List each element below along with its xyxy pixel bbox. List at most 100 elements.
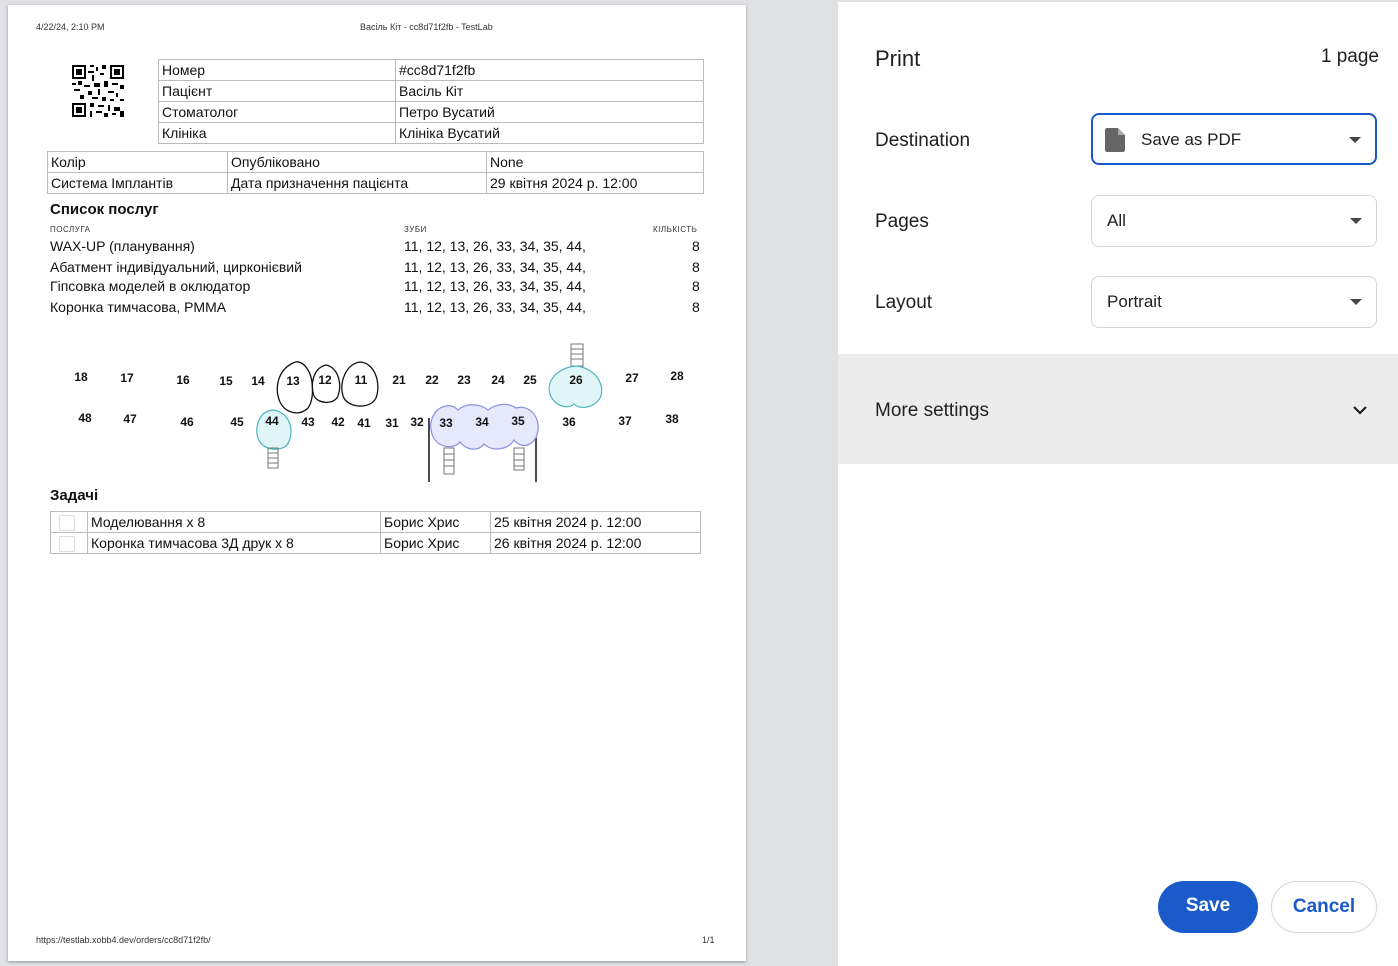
task-checkbox[interactable] xyxy=(59,536,75,553)
tooth-number: 37 xyxy=(618,414,632,428)
services-col-service: ПОСЛУГА xyxy=(50,225,91,234)
tooth-number: 42 xyxy=(331,415,345,429)
tooth-number: 26 xyxy=(569,373,583,387)
print-preview-page: 4/22/24, 2:10 PM Васіль Кіт - cc8d71f2fb… xyxy=(8,5,746,961)
table-row: Коронка тимчасова 3Д друк x 8 Борис Хрис… xyxy=(50,532,701,554)
layout-select[interactable]: Portrait xyxy=(1091,276,1377,328)
service-teeth: 11, 12, 13, 26, 33, 34, 35, 44, xyxy=(404,299,586,315)
tooth-number: 21 xyxy=(392,373,406,387)
task-person: Борис Хрис xyxy=(380,511,491,533)
info-label: Пацієнт xyxy=(158,80,396,102)
header-title: Васіль Кіт - cc8d71f2fb - TestLab xyxy=(360,22,493,32)
destination-value: Save as PDF xyxy=(1141,130,1242,149)
file-icon xyxy=(1105,128,1125,152)
header-date: 4/22/24, 2:10 PM xyxy=(36,22,105,32)
meta-cell: Система Імплантів xyxy=(47,172,228,194)
task-date: 26 квітня 2024 р. 12:00 xyxy=(490,532,701,554)
meta-cell: None xyxy=(486,151,704,173)
dental-chart xyxy=(256,343,603,482)
tooth-number: 23 xyxy=(457,373,471,387)
tooth-number: 38 xyxy=(665,412,679,426)
services-col-qty: КІЛЬКІСТЬ xyxy=(653,225,698,234)
tooth-number: 48 xyxy=(78,411,92,425)
tooth-number: 15 xyxy=(219,374,233,388)
tooth-number: 31 xyxy=(385,416,399,430)
print-title: Print xyxy=(875,46,921,71)
table-row: Моделювання x 8 Борис Хрис 25 квітня 202… xyxy=(50,511,701,533)
tooth-number: 14 xyxy=(251,374,265,388)
service-name: Коронка тимчасова, PMMA xyxy=(50,299,227,315)
tasks-title: Задачі xyxy=(50,487,99,504)
order-meta-table: Колір Опубліковано None Система Імплантів Д… xyxy=(47,151,704,194)
table-row: Колір Опубліковано None xyxy=(47,151,704,173)
meta-cell: Колір xyxy=(47,151,228,173)
table-row: Номер #cc8d71f2fb xyxy=(158,59,704,81)
table-row: Пацієнт Васіль Кіт xyxy=(158,80,704,102)
tooth-number: 41 xyxy=(357,416,371,430)
tooth-number: 27 xyxy=(625,371,639,385)
task-person: Борис Хрис xyxy=(380,532,491,554)
print-preview-area: 4/22/24, 2:10 PM Васіль Кіт - cc8d71f2fb… xyxy=(0,0,838,966)
cancel-button[interactable]: Cancel xyxy=(1271,881,1377,933)
tooth-number: 47 xyxy=(123,412,137,426)
save-button[interactable]: Save xyxy=(1158,881,1258,933)
service-qty: 8 xyxy=(692,299,700,315)
page-count: 1 page xyxy=(1320,46,1379,67)
tooth-number: 11 xyxy=(354,373,368,387)
service-name: Гіпсовка моделей в оклюдатор xyxy=(50,278,251,294)
tooth-number: 17 xyxy=(120,371,134,385)
tooth-number: 18 xyxy=(74,370,88,384)
tooth-number: 35 xyxy=(511,414,525,428)
more-settings-label: More settings xyxy=(875,400,990,421)
info-value: Клініка Вусатий xyxy=(395,122,704,144)
qr-code xyxy=(72,65,124,117)
tooth-number: 13 xyxy=(286,374,300,388)
info-label: Номер xyxy=(158,59,396,81)
task-checkbox-cell xyxy=(50,532,88,554)
service-teeth: 11, 12, 13, 26, 33, 34, 35, 44, xyxy=(404,259,586,275)
tooth-number: 16 xyxy=(176,373,190,387)
chevron-down-icon xyxy=(1353,406,1367,415)
tooth-number: 46 xyxy=(180,415,194,429)
layout-label: Layout xyxy=(875,292,933,313)
pages-label: Pages xyxy=(875,211,929,232)
task-checkbox-cell xyxy=(50,511,88,533)
pages-value: All xyxy=(1107,211,1126,230)
table-row: Стоматолог Петро Вусатий xyxy=(158,101,704,123)
tooth-number: 22 xyxy=(425,373,439,387)
chevron-down-icon xyxy=(1350,218,1362,224)
task-date: 25 квітня 2024 р. 12:00 xyxy=(490,511,701,533)
tooth-number: 45 xyxy=(230,415,244,429)
info-value: Васіль Кіт xyxy=(395,80,704,102)
service-teeth: 11, 12, 13, 26, 33, 34, 35, 44, xyxy=(404,278,586,294)
meta-cell: Опубліковано xyxy=(227,151,487,173)
print-settings-panel: Print 1 page Destination Save as PDF Pag… xyxy=(838,0,1398,966)
meta-cell: 29 квітня 2024 р. 12:00 xyxy=(486,172,704,194)
chevron-down-icon xyxy=(1350,299,1362,305)
services-title: Список послуг xyxy=(50,201,159,218)
service-name: Абатмент індивідуальний, цирконієвий xyxy=(50,259,302,275)
tasks-table: Моделювання x 8 Борис Хрис 25 квітня 202… xyxy=(50,511,701,554)
layout-value: Portrait xyxy=(1107,292,1162,311)
tooth-number: 25 xyxy=(523,373,537,387)
footer-page: 1/1 xyxy=(702,935,715,945)
footer-url: https://testlab.xobb4.dev/orders/cc8d71f… xyxy=(36,935,211,945)
service-name: WAX-UP (планування) xyxy=(50,238,195,254)
table-row: Система Імплантів Дата призначення пацієн… xyxy=(47,172,704,194)
tooth-number: 44 xyxy=(265,414,279,428)
tooth-number: 28 xyxy=(670,369,684,383)
task-checkbox[interactable] xyxy=(59,515,75,532)
tooth-number: 36 xyxy=(562,415,576,429)
service-teeth: 11, 12, 13, 26, 33, 34, 35, 44, xyxy=(404,238,586,254)
tooth-number: 43 xyxy=(301,415,315,429)
destination-select[interactable]: Save as PDF xyxy=(1091,113,1377,165)
tooth-number: 12 xyxy=(318,373,332,387)
chevron-down-icon xyxy=(1349,137,1361,143)
service-qty: 8 xyxy=(692,278,700,294)
tooth-number: 34 xyxy=(475,415,489,429)
info-value: #cc8d71f2fb xyxy=(395,59,704,81)
pages-select[interactable]: All xyxy=(1091,195,1377,247)
more-settings-toggle[interactable]: More settings xyxy=(838,354,1398,464)
table-row: Клініка Клініка Вусатий xyxy=(158,122,704,144)
service-qty: 8 xyxy=(692,259,700,275)
